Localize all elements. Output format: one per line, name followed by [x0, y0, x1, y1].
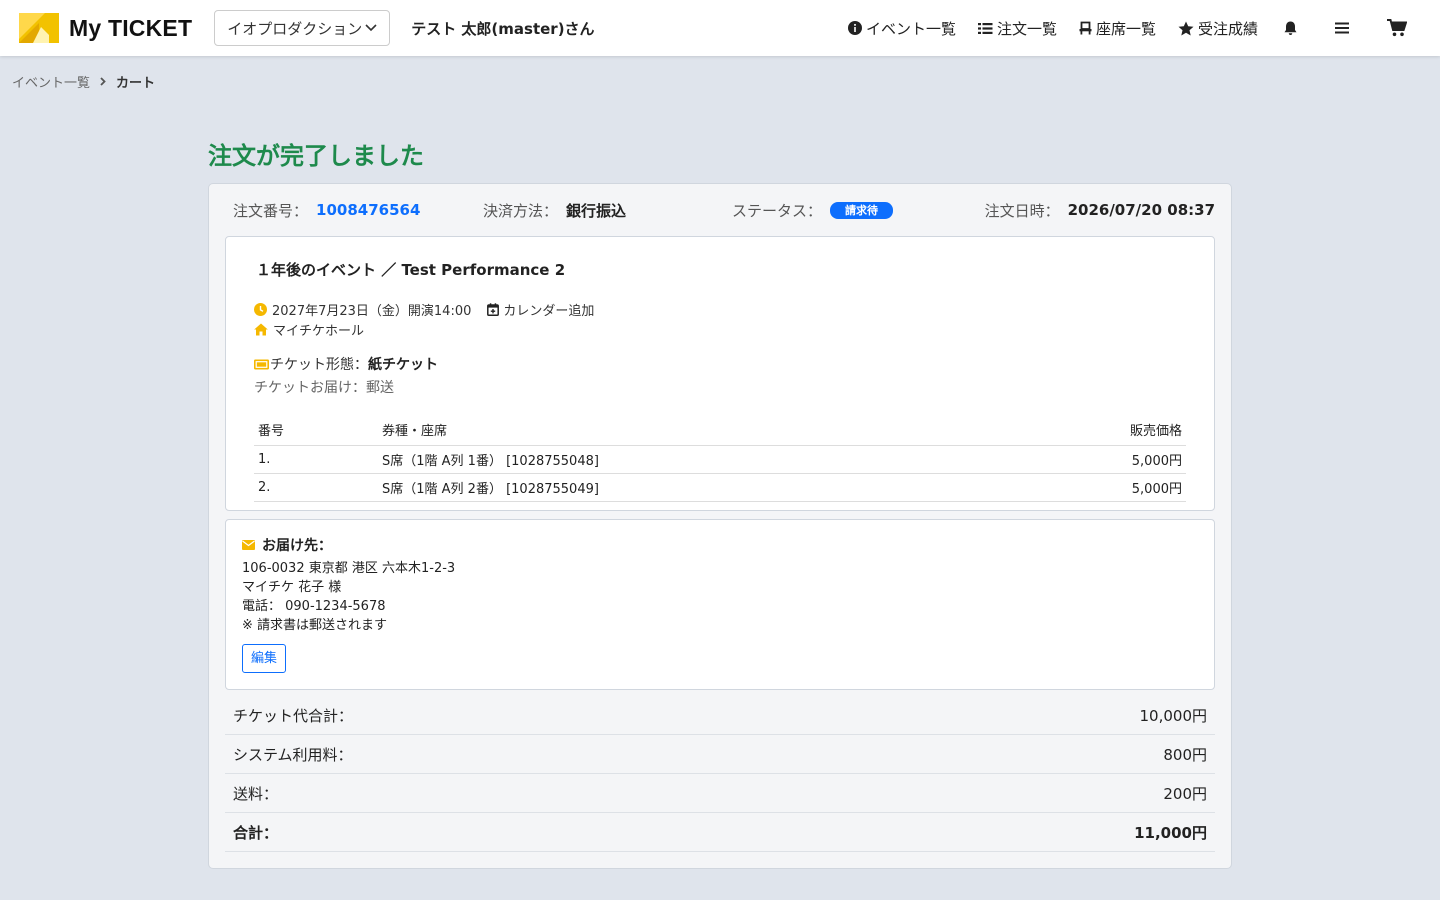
cart-icon: [1387, 19, 1407, 37]
list-icon: [977, 22, 993, 34]
add-to-calendar-label: カレンダー追加: [503, 303, 595, 319]
chevron-right-icon: [100, 77, 106, 86]
ticket-type-label: チケット形態：: [270, 357, 368, 373]
column-header-seat: 券種・座席: [378, 420, 1016, 446]
info-circle-icon: [847, 21, 862, 35]
ticket-items-table: 番号 券種・座席 販売価格 1. S席（1階 A列 1番） [102875504…: [254, 420, 1186, 502]
main-nav: イベント一覧 注文一覧 座席一覧 受注成績: [826, 18, 1440, 39]
total-value: 10,000円: [1139, 706, 1208, 725]
user-name: テスト 太郎(master)さん: [411, 19, 595, 38]
nav-item-seats[interactable]: 座席一覧: [1079, 18, 1156, 39]
total-value: 200円: [1163, 784, 1207, 803]
table-row: 1. S席（1階 A列 1番） [1028755048] 5,000円: [254, 445, 1186, 474]
add-to-calendar-link[interactable]: カレンダー追加: [487, 300, 594, 319]
notifications-button[interactable]: [1284, 21, 1301, 36]
event-details: １年後のイベント ／ Test Performance 2 2027年7月23日…: [225, 236, 1215, 511]
cart-button[interactable]: [1387, 19, 1411, 37]
column-header-price: 販売価格: [1015, 420, 1186, 446]
payment-method-value: 銀行振込: [566, 201, 627, 220]
order-date: 注文日時： 2026/07/20 08:37: [985, 200, 1215, 221]
delivery-address-heading: お届け先：: [242, 536, 1198, 554]
event-venue-line: マイチケホール: [254, 319, 1186, 339]
breadcrumb-link-events[interactable]: イベント一覧: [12, 72, 90, 91]
logo-mark-icon: [19, 13, 59, 43]
total-value: 11,000円: [1134, 823, 1207, 842]
edit-address-button[interactable]: 編集: [242, 644, 287, 673]
payment-method: 決済方法： 銀行振込: [483, 200, 732, 221]
top-header: My TICKET イオプロダクション テスト 太郎(master)さん イベン…: [0, 0, 1440, 56]
order-number: 注文番号： 1008476564: [233, 200, 483, 221]
clock-icon: [254, 302, 267, 316]
logo[interactable]: My TICKET: [19, 13, 192, 43]
event-title: １年後のイベント ／ Test Performance 2: [256, 261, 566, 279]
row-number: 2.: [254, 473, 378, 502]
order-status: ステータス： 請求待: [732, 200, 894, 221]
ticket-type-value: 紙チケット: [368, 357, 438, 373]
organization-select[interactable]: イオプロダクション: [214, 10, 391, 46]
event-datetime-line: 2027年7月23日（金）開演14:00 カレンダー追加: [254, 299, 1186, 319]
calendar-plus-icon: [487, 302, 500, 316]
total-label: チケット代合計：: [233, 706, 354, 725]
invoice-note: ※ 請求書は郵送されます: [242, 618, 388, 633]
row-seat: S席（1階 A列 1番） [1028755048]: [378, 445, 1016, 474]
order-card: 注文番号： 1008476564 決済方法： 銀行振込 ステータス： 請求待 注…: [208, 183, 1232, 869]
nav-item-label: 座席一覧: [1095, 19, 1156, 38]
table-header-row: 番号 券種・座席 販売価格: [254, 420, 1186, 446]
organization-select-value: イオプロダクション: [227, 19, 363, 38]
row-price: 5,000円: [1015, 445, 1186, 474]
order-summary: 注文番号： 1008476564 決済方法： 銀行振込 ステータス： 請求待 注…: [225, 184, 1215, 236]
nav-item-label: 注文一覧: [996, 19, 1057, 38]
nav-item-label: 受注成績: [1197, 19, 1258, 38]
recipient-phone: 電話： 090-1234-5678: [242, 599, 386, 614]
row-seat: S席（1階 A列 2番） [1028755049]: [378, 473, 1016, 502]
home-icon: [254, 323, 268, 335]
star-icon: [1178, 21, 1194, 35]
envelope-icon: [242, 540, 255, 550]
postal-address: 106-0032 東京都 港区 六本木1-2-3: [242, 561, 456, 576]
nav-item-orders[interactable]: 注文一覧: [977, 18, 1057, 39]
total-label: システム利用料：: [233, 745, 353, 764]
shipping-fee-row: 送料： 200円: [225, 774, 1215, 813]
order-number-link[interactable]: 1008476564: [316, 201, 420, 219]
nav-item-label: イベント一覧: [865, 19, 956, 38]
event-meta: 2027年7月23日（金）開演14:00 カレンダー追加 マイチケホール: [254, 299, 1186, 339]
page-title: 注文が完了しました: [208, 142, 424, 170]
menu-button[interactable]: [1335, 22, 1353, 34]
delivery-address: お届け先： 106-0032 東京都 港区 六本木1-2-3 マイチケ 花子 様…: [225, 519, 1215, 690]
system-fee-row: システム利用料： 800円: [225, 735, 1215, 774]
recipient-name: マイチケ 花子 様: [242, 580, 342, 595]
total-label: 合計：: [233, 823, 279, 842]
ticket-subtotal-row: チケット代合計： 10,000円: [225, 696, 1215, 735]
nav-item-events[interactable]: イベント一覧: [847, 18, 956, 39]
logo-text: My TICKET: [69, 14, 193, 41]
menu-icon: [1335, 22, 1349, 34]
column-header-number: 番号: [254, 420, 378, 446]
delivery-address-title: お届け先：: [262, 538, 332, 554]
ticket-delivery: チケットお届け：郵送: [254, 380, 394, 396]
grand-total-row: 合計： 11,000円: [225, 813, 1215, 852]
main-content: 注文が完了しました 注文番号： 1008476564 決済方法： 銀行振込 ステ…: [208, 136, 1232, 869]
ticket-icon: [254, 359, 269, 369]
totals: チケット代合計： 10,000円 システム利用料： 800円 送料： 200円 …: [225, 696, 1215, 852]
event-datetime: 2027年7月23日（金）開演14:00: [272, 303, 472, 319]
breadcrumb-current: カート: [116, 76, 156, 91]
bell-icon: [1284, 21, 1297, 35]
total-label: 送料：: [233, 784, 279, 803]
event-venue: マイチケホール: [273, 323, 365, 339]
row-price: 5,000円: [1015, 473, 1186, 502]
chevron-down-icon: [365, 24, 377, 32]
status-badge: 請求待: [830, 201, 894, 219]
payment-method-label: 決済方法：: [483, 201, 559, 220]
table-row: 2. S席（1階 A列 2番） [1028755049] 5,000円: [254, 473, 1186, 502]
breadcrumb: イベント一覧 カート: [12, 72, 1440, 91]
order-status-label: ステータス：: [732, 201, 823, 220]
order-date-label: 注文日時：: [984, 201, 1060, 220]
ticket-type-line: チケット形態： 紙チケット: [254, 354, 1186, 374]
row-number: 1.: [254, 445, 378, 474]
seat-icon: [1079, 21, 1092, 35]
total-value: 800円: [1163, 745, 1207, 764]
order-number-label: 注文番号：: [233, 201, 309, 220]
order-date-value: 2026/07/20 08:37: [1067, 201, 1215, 219]
nav-item-sales-results[interactable]: 受注成績: [1178, 18, 1258, 39]
